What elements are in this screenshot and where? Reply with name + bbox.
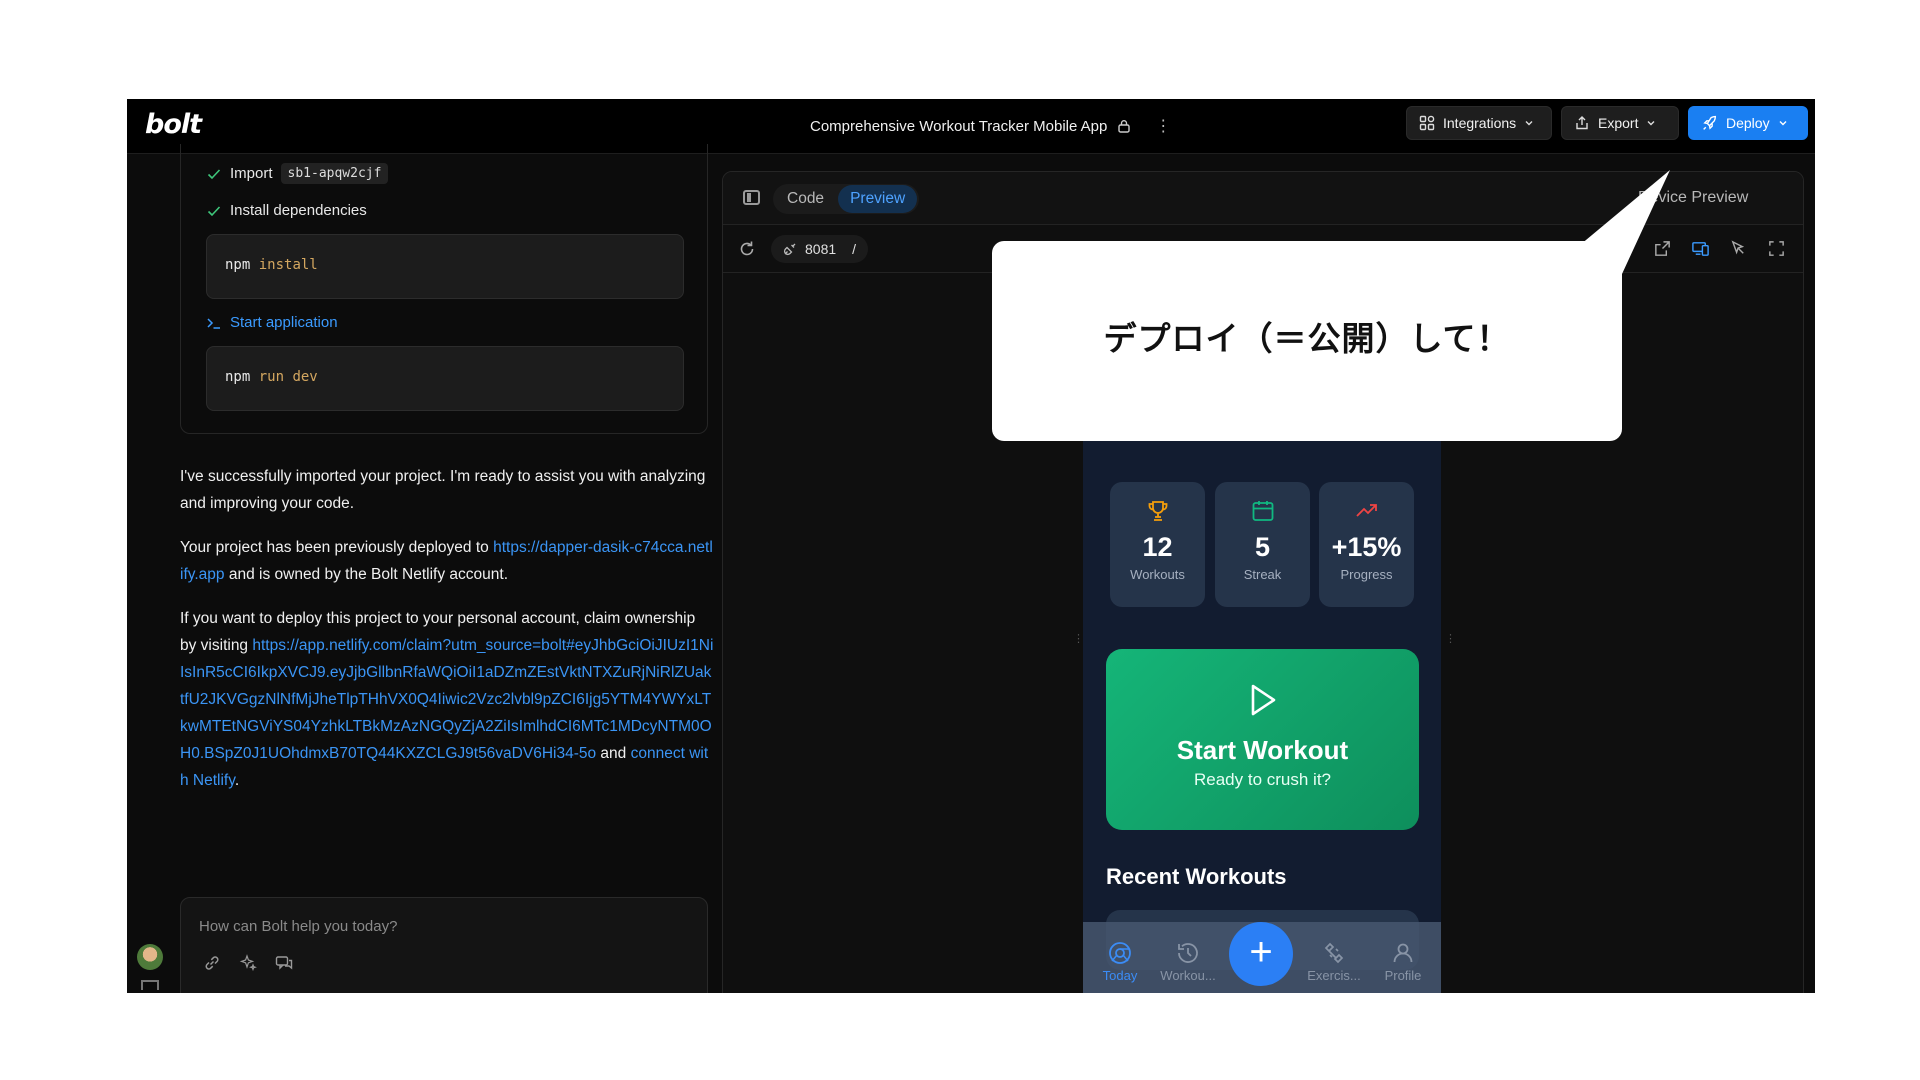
stat-value: 12 xyxy=(1142,532,1173,562)
message-text: Your project has been previously deploye… xyxy=(180,539,494,556)
rocket-icon xyxy=(1703,115,1717,130)
message-text: and xyxy=(596,745,631,762)
toggle-panel-icon[interactable] xyxy=(743,190,760,205)
import-id-chip: sb1-apqw2cjf xyxy=(280,163,389,184)
chevron-down-icon xyxy=(1647,121,1655,126)
chevron-down-icon xyxy=(1779,121,1787,126)
profile-icon xyxy=(1393,943,1413,963)
export-icon xyxy=(1576,116,1588,130)
stat-value: 5 xyxy=(1254,532,1271,562)
stat-label: Workouts xyxy=(1130,567,1185,582)
port-selector[interactable]: 8081 / xyxy=(771,235,869,263)
stat-label: Progress xyxy=(1340,567,1393,582)
resize-handle-left[interactable]: ⋮ xyxy=(1073,634,1084,651)
check-icon xyxy=(207,168,221,179)
assistant-message: I've successfully imported your project.… xyxy=(180,463,715,811)
callout-text: デプロイ（＝公開）して！ xyxy=(1103,319,1511,358)
tab-preview[interactable]: Preview xyxy=(838,185,918,213)
command-args: run dev xyxy=(258,369,318,385)
message-text: . xyxy=(234,772,240,789)
trophy-icon xyxy=(1148,501,1167,521)
deploy-label: Deploy xyxy=(1726,115,1770,131)
exercises-icon xyxy=(1324,942,1344,964)
message-text: and is owned by the Bolt Netlify account… xyxy=(224,566,508,583)
today-icon xyxy=(1109,942,1131,964)
action-steps-card: Import sb1-apqw2cjf Install dependencies… xyxy=(180,144,708,434)
integrations-label: Integrations xyxy=(1443,115,1517,131)
tab-label: Profile xyxy=(1384,968,1422,983)
step-label: Import xyxy=(230,165,273,182)
tab-workouts[interactable]: Workou... xyxy=(1155,940,1221,983)
stat-card-streak: 5 Streak xyxy=(1215,482,1310,607)
attach-link-icon[interactable] xyxy=(202,953,222,973)
check-icon xyxy=(207,205,221,216)
stat-card-progress: +15% Progress xyxy=(1319,482,1414,607)
step-import: Import sb1-apqw2cjf xyxy=(206,163,389,184)
tab-today[interactable]: Today xyxy=(1087,940,1153,983)
command-name: npm xyxy=(225,257,251,273)
lock-icon xyxy=(1118,120,1131,133)
deploy-button[interactable]: Deploy xyxy=(1688,106,1808,140)
export-button[interactable]: Export xyxy=(1561,106,1679,140)
step-install: Install dependencies xyxy=(206,202,367,219)
integrations-button[interactable]: Integrations xyxy=(1406,106,1552,140)
port-number: 8081 xyxy=(805,241,837,257)
start-workout-button[interactable]: Start Workout Ready to crush it? xyxy=(1106,649,1419,830)
url-path[interactable]: / xyxy=(852,241,856,257)
chevron-down-icon xyxy=(1525,121,1533,126)
step-label: Install dependencies xyxy=(230,202,367,219)
bolt-logo[interactable]: bolt xyxy=(145,109,202,140)
stat-label: Streak xyxy=(1243,567,1282,582)
calendar-icon xyxy=(1252,501,1273,521)
play-icon xyxy=(1251,684,1275,716)
integrations-icon xyxy=(1419,115,1435,131)
history-icon xyxy=(1178,943,1198,963)
recent-workouts-heading: Recent Workouts xyxy=(1106,864,1287,889)
project-title-text: Comprehensive Workout Tracker Mobile App xyxy=(810,117,1108,135)
command-name: npm xyxy=(225,369,251,385)
command-block-dev[interactable]: npm run dev xyxy=(206,346,684,411)
project-title[interactable]: Comprehensive Workout Tracker Mobile App… xyxy=(810,116,1171,136)
more-options-icon[interactable]: ⋮ xyxy=(1155,116,1171,136)
export-label: Export xyxy=(1598,115,1639,131)
element-inspector-icon[interactable] xyxy=(1729,239,1748,258)
terminal-icon xyxy=(207,317,220,329)
step-start-application[interactable]: Start application xyxy=(206,314,338,331)
prompt-box xyxy=(180,897,708,993)
start-workout-subtitle: Ready to crush it? xyxy=(1193,770,1331,789)
bottom-tab-bar: Today Workou... + Exercis... Profile xyxy=(1083,922,1441,993)
message-paragraph: Your project has been previously deploye… xyxy=(180,534,715,588)
chat-panel: Import sb1-apqw2cjf Install dependencies… xyxy=(127,144,727,993)
tab-label: Today xyxy=(1102,968,1138,983)
step-label: Start application xyxy=(230,314,338,331)
discuss-icon[interactable] xyxy=(274,953,294,973)
tab-code[interactable]: Code xyxy=(775,185,836,213)
start-workout-title: Start Workout xyxy=(1176,735,1349,765)
reload-icon[interactable] xyxy=(737,239,757,259)
tab-label: Workou... xyxy=(1160,968,1216,983)
responsive-device-icon[interactable] xyxy=(1691,239,1710,258)
resize-handle-right[interactable]: ⋮ xyxy=(1445,634,1456,651)
sparkle-icon[interactable] xyxy=(238,953,258,973)
trending-up-icon xyxy=(1355,504,1377,517)
tab-label: Exercis... xyxy=(1307,968,1361,983)
stat-value: +15% xyxy=(1331,532,1402,562)
message-paragraph: I've successfully imported your project.… xyxy=(180,468,706,512)
view-tabs: Code Preview xyxy=(773,184,920,214)
claim-link[interactable]: https://app.netlify.com/claim?utm_source… xyxy=(180,637,713,762)
message-paragraph: If you want to deploy this project to yo… xyxy=(180,605,715,794)
plug-icon xyxy=(783,243,796,256)
tab-profile[interactable]: Profile xyxy=(1370,940,1436,983)
bolt-app-window: bolt Comprehensive Workout Tracker Mobil… xyxy=(127,99,1815,993)
sidebar-toggle-icon[interactable] xyxy=(141,980,159,990)
tab-exercises[interactable]: Exercis... xyxy=(1301,940,1367,983)
fullscreen-icon[interactable] xyxy=(1767,239,1786,258)
command-args: install xyxy=(258,257,318,273)
stat-card-workouts: 12 Workouts xyxy=(1110,482,1205,607)
speech-bubble-callout: デプロイ（＝公開）して！ xyxy=(992,241,1622,441)
avatar[interactable] xyxy=(137,944,163,970)
add-workout-fab[interactable]: + xyxy=(1229,922,1293,986)
prompt-input[interactable] xyxy=(199,918,689,935)
command-block-install[interactable]: npm install xyxy=(206,234,684,299)
